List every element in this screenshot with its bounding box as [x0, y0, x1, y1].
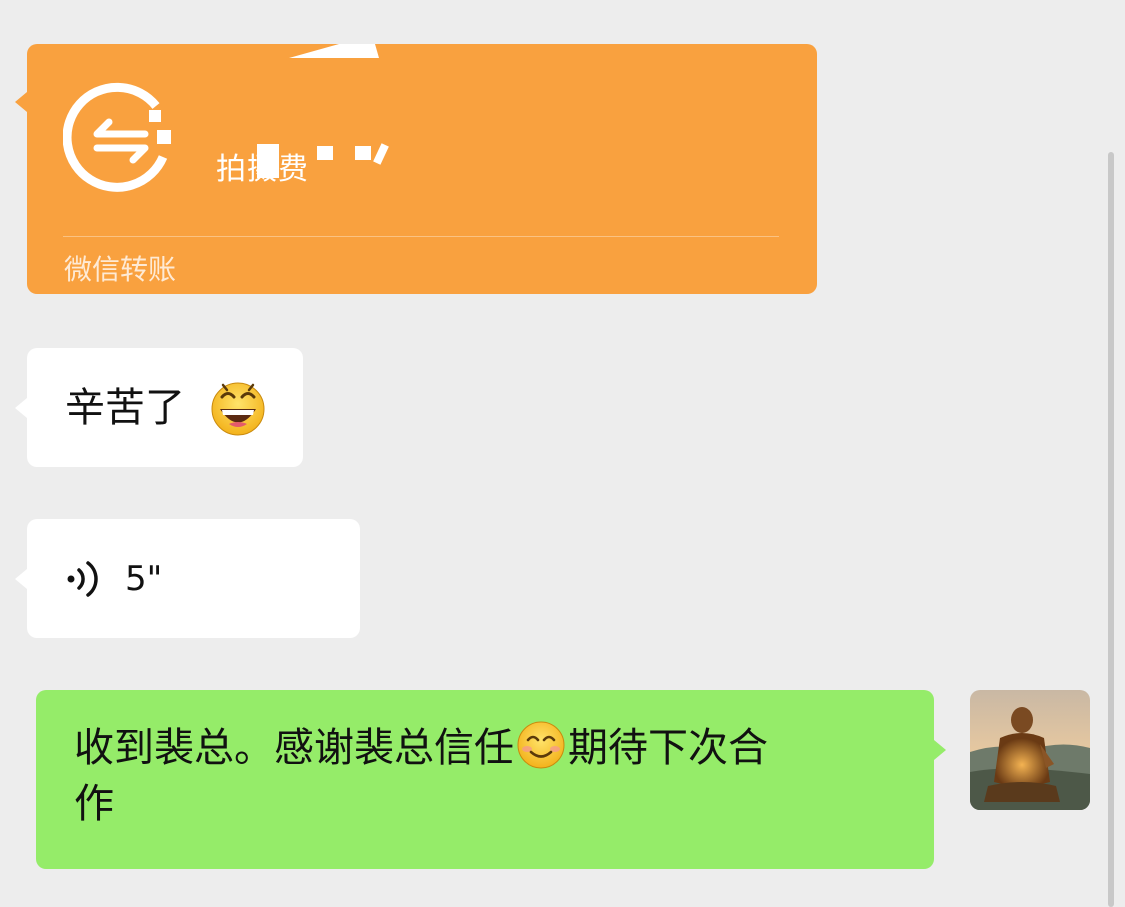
- message-text: 收到裴总。感谢裴总信任 期待下次合 作: [74, 720, 904, 832]
- message-text-part: 作: [74, 781, 114, 827]
- divider: [63, 236, 779, 237]
- smiling-face-icon: [517, 721, 565, 769]
- incoming-text-message[interactable]: 辛苦了: [15, 348, 303, 467]
- grinning-face-icon: [211, 382, 265, 436]
- avatar[interactable]: [970, 690, 1090, 810]
- message-text: 辛苦了: [65, 385, 185, 431]
- voice-duration: 5": [125, 559, 163, 599]
- redacted-mark: [289, 44, 379, 58]
- chat-message-list[interactable]: 拍摄费 微信转账 辛苦了 5" 收到裴总。感谢裴总信任 期待下次合 作: [0, 0, 1125, 907]
- transfer-message-card[interactable]: 拍摄费 微信转账: [15, 44, 817, 294]
- transfer-memo: 拍摄费: [216, 152, 309, 187]
- voice-wave-icon: [67, 561, 98, 597]
- incoming-voice-message[interactable]: 5": [15, 519, 360, 638]
- buddha-statue-avatar: [970, 690, 1090, 810]
- transfer-arrows-icon: [63, 82, 171, 192]
- transfer-footer-label: 微信转账: [64, 253, 177, 286]
- message-text-part: 收到裴总。感谢裴总信任: [74, 725, 514, 771]
- outgoing-text-message[interactable]: 收到裴总。感谢裴总信任 期待下次合 作: [36, 690, 946, 869]
- message-text-part: 期待下次合: [568, 725, 768, 771]
- scrollbar[interactable]: [1108, 152, 1114, 907]
